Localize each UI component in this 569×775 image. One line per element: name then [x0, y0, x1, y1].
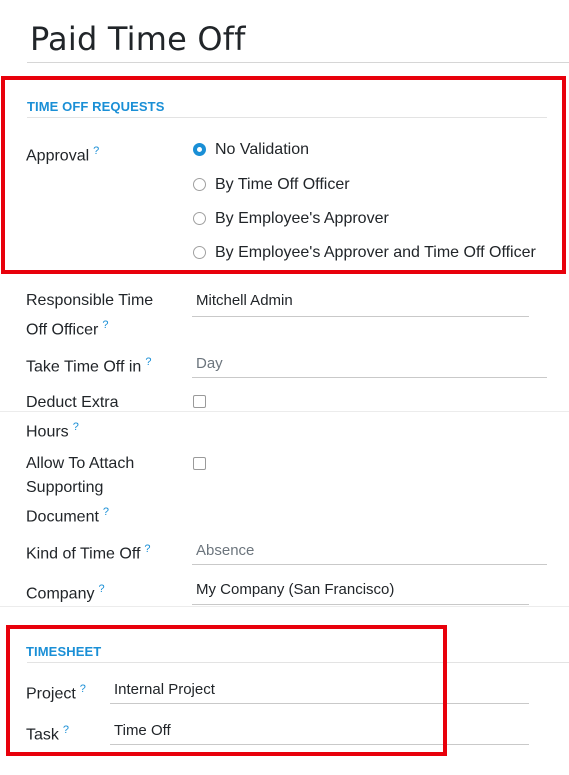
page-title: Paid Time Off [30, 20, 246, 58]
kind-of-time-off-select[interactable]: Absence [196, 542, 254, 559]
section-divider [0, 606, 569, 607]
take-time-off-select[interactable]: Day [196, 355, 223, 372]
help-icon[interactable]: ? [73, 421, 79, 433]
take-time-off-label: Take Time Off in? [26, 356, 152, 376]
field-underline [192, 316, 529, 317]
deduct-extra-hours-label: Deduct Extra Hours? [26, 394, 119, 441]
deduct-extra-hours-checkbox[interactable] [193, 395, 206, 408]
field-underline [192, 604, 529, 605]
help-icon[interactable]: ? [102, 319, 108, 331]
highlight-box-time-off-requests [1, 76, 566, 274]
field-underline [192, 377, 547, 378]
help-icon[interactable]: ? [98, 583, 104, 595]
highlight-box-timesheet [6, 625, 447, 756]
attach-document-label: Allow To Attach Supporting Document? [26, 455, 135, 526]
help-icon[interactable]: ? [145, 356, 151, 368]
responsible-label: Responsible Time Off Officer? [26, 292, 154, 339]
help-icon[interactable]: ? [144, 543, 150, 555]
title-divider [27, 62, 569, 63]
responsible-field[interactable]: Mitchell Admin [196, 292, 293, 309]
row-divider [0, 411, 569, 412]
company-label: Company? [26, 583, 105, 603]
kind-of-time-off-label: Kind of Time Off? [26, 543, 151, 563]
company-field[interactable]: My Company (San Francisco) [196, 581, 394, 598]
help-icon[interactable]: ? [103, 506, 109, 518]
field-underline [192, 564, 547, 565]
attach-document-checkbox[interactable] [193, 457, 206, 470]
